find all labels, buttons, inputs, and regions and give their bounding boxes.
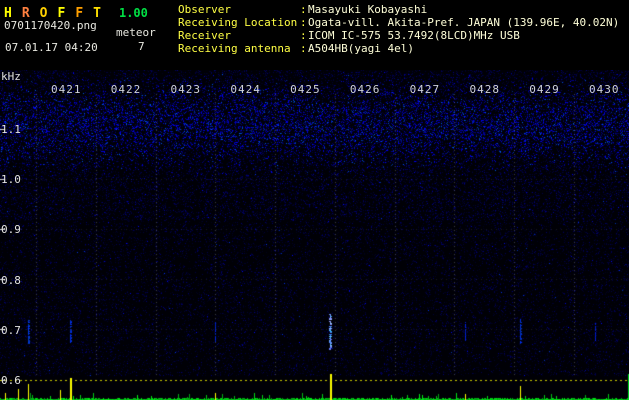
x-tick-label: 0426 (349, 83, 381, 96)
info-label: Observer (178, 3, 231, 16)
y-tick-label: 1.0 (1, 173, 21, 187)
meteor-counter-value: 7 (138, 40, 145, 53)
info-value: ICOM IC-575 53.7492(8LCD)MHz USB (308, 29, 520, 42)
output-filename: 0701170420.png (4, 19, 97, 32)
info-separator: : (300, 42, 307, 55)
info-separator: : (300, 3, 307, 16)
info-separator: : (300, 16, 307, 29)
info-row-receiver: Receiver:ICOM IC-575 53.7492(8LCD)MHz US… (178, 29, 619, 42)
info-label: Receiving Location (178, 16, 298, 29)
y-tick-label: 0.6 (1, 374, 21, 387)
spectrogram: kHz 0421 0422 0423 0424 0425 0426 0427 0428 0429… (0, 70, 629, 400)
info-separator: : (300, 29, 307, 42)
x-tick-label: 0429 (529, 83, 560, 96)
y-tick-label: 0.8 (1, 273, 21, 287)
x-tick-label: 0424 (230, 83, 261, 96)
info-row-antenna: Receiving antenna:A504HB(yagi 4el) (178, 42, 619, 55)
station-info: Observer:Masayuki Kobayashi Receiving Lo… (178, 3, 619, 55)
info-label: Receiving antenna (178, 42, 291, 55)
y-axis-unit-label: kHz (1, 70, 21, 83)
hrofft-screenshot: H R O F F T 1.00 0701170420.png meteor 07.01.1… (0, 0, 629, 400)
y-tick-label: 0.7 (1, 323, 21, 337)
info-row-location: Receiving Location:Ogata-vill. Akita-Pre… (178, 16, 619, 29)
info-value: A504HB(yagi 4el) (308, 42, 414, 55)
y-tick-label: 1.1 (1, 123, 21, 136)
x-tick-label: 0427 (409, 83, 441, 96)
x-tick-label: 0423 (170, 83, 202, 96)
x-tick-label: 0421 (51, 83, 82, 96)
x-tick-label: 0428 (469, 83, 500, 96)
x-tick-label: 0422 (110, 83, 142, 96)
info-label: Receiver (178, 29, 231, 42)
app-version: 1.00 (118, 6, 148, 20)
spectrogram-canvas (0, 70, 629, 400)
info-value: Masayuki Kobayashi (308, 3, 428, 16)
info-row-observer: Observer:Masayuki Kobayashi (178, 3, 619, 16)
y-tick-label: 0.9 (1, 223, 21, 237)
meteor-counter-label: meteor (116, 26, 156, 39)
x-tick-label: 0425 (290, 83, 321, 96)
info-value: Ogata-vill. Akita-Pref. JAPAN (139.96E, … (308, 16, 620, 29)
observation-timestamp: 07.01.17 04:20 (5, 41, 98, 54)
x-tick-label: 0430 (589, 83, 620, 96)
